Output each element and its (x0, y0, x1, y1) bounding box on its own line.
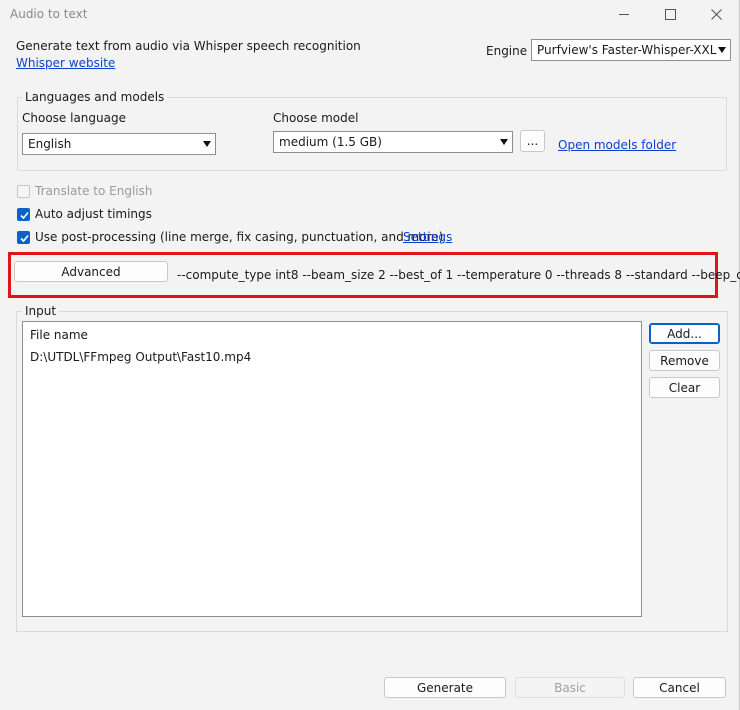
clear-files-button[interactable]: Clear (649, 377, 720, 398)
post-processing-checkbox[interactable] (17, 231, 30, 244)
close-icon[interactable] (693, 0, 739, 28)
engine-value: Purfview's Faster-Whisper-XXL (537, 43, 717, 57)
whisper-website-link[interactable]: Whisper website (16, 56, 115, 70)
open-models-folder-link[interactable]: Open models folder (558, 138, 676, 152)
model-select[interactable]: medium (1.5 GB) (273, 131, 513, 153)
minimize-icon[interactable] (601, 0, 647, 28)
auto-adjust-checkbox[interactable] (17, 208, 30, 221)
choose-language-label: Choose language (22, 111, 126, 125)
auto-adjust-label: Auto adjust timings (35, 207, 152, 221)
window-title: Audio to text (10, 7, 88, 21)
engine-label: Engine (486, 44, 528, 58)
language-value: English (28, 137, 72, 151)
settings-link[interactable]: Settings (403, 230, 452, 244)
advanced-button[interactable]: Advanced (14, 261, 168, 282)
list-item[interactable]: D:\UTDL\FFmpeg Output\Fast10.mp4 (30, 350, 251, 364)
input-group-label: Input (22, 304, 60, 318)
chevron-down-icon (203, 141, 211, 147)
remove-file-button[interactable]: Remove (649, 350, 720, 371)
engine-select[interactable]: Purfview's Faster-Whisper-XXL (531, 39, 731, 61)
language-select[interactable]: English (22, 133, 216, 155)
maximize-icon[interactable] (647, 0, 693, 28)
advanced-args-text: --compute_type int8 --beam_size 2 --best… (177, 268, 740, 282)
generate-button[interactable]: Generate (384, 677, 506, 698)
basic-button: Basic (515, 677, 625, 698)
post-processing-label: Use post-processing (line merge, fix cas… (35, 230, 444, 244)
description-text: Generate text from audio via Whisper spe… (16, 39, 361, 53)
translate-checkbox (17, 185, 30, 198)
audio-to-text-window: Audio to text Generate text from audio v… (0, 0, 740, 710)
chevron-down-icon (718, 47, 726, 53)
chevron-down-icon (500, 139, 508, 145)
translate-label: Translate to English (35, 184, 153, 198)
languages-models-group-label: Languages and models (22, 90, 168, 104)
input-file-list[interactable]: File name D:\UTDL\FFmpeg Output\Fast10.m… (22, 321, 642, 617)
choose-model-label: Choose model (273, 111, 359, 125)
file-name-column-header: File name (30, 328, 88, 342)
model-value: medium (1.5 GB) (279, 135, 382, 149)
title-bar: Audio to text (0, 0, 740, 28)
browse-models-button[interactable]: ... (520, 130, 545, 152)
add-file-button[interactable]: Add... (649, 323, 720, 344)
cancel-button[interactable]: Cancel (633, 677, 726, 698)
